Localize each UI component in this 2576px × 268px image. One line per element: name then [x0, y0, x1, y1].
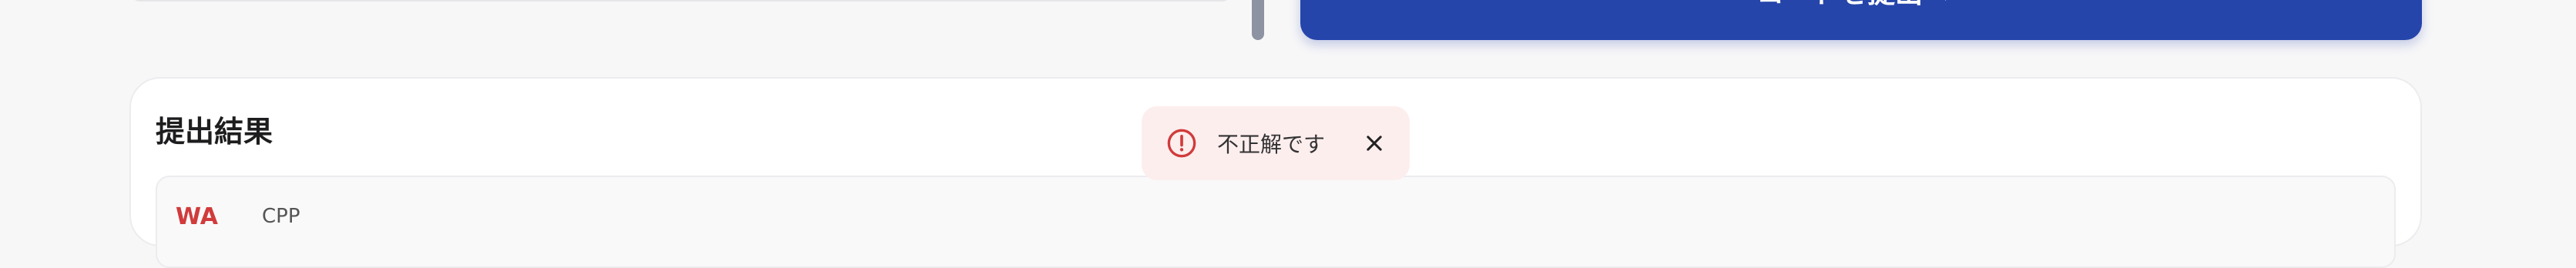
- result-row[interactable]: WA CPP: [156, 176, 2396, 268]
- close-icon: [1367, 136, 1382, 151]
- play-icon: [1945, 0, 1947, 1]
- toast-close-button[interactable]: [1357, 126, 1391, 160]
- alert-circle-icon: [1167, 129, 1196, 158]
- result-language: CPP: [262, 205, 300, 228]
- toast-message: 不正解です: [1217, 132, 1326, 157]
- scrollbar-thumb[interactable]: [1252, 0, 1264, 40]
- submit-code-button[interactable]: コードを提出: [1300, 0, 2422, 40]
- results-title: 提出結果: [156, 115, 273, 149]
- error-toast: 不正解です: [1142, 106, 1410, 180]
- submit-button-label: コードを提出: [1756, 0, 1923, 11]
- result-status: WA: [176, 203, 218, 230]
- code-editor-panel[interactable]: [129, 0, 1233, 2]
